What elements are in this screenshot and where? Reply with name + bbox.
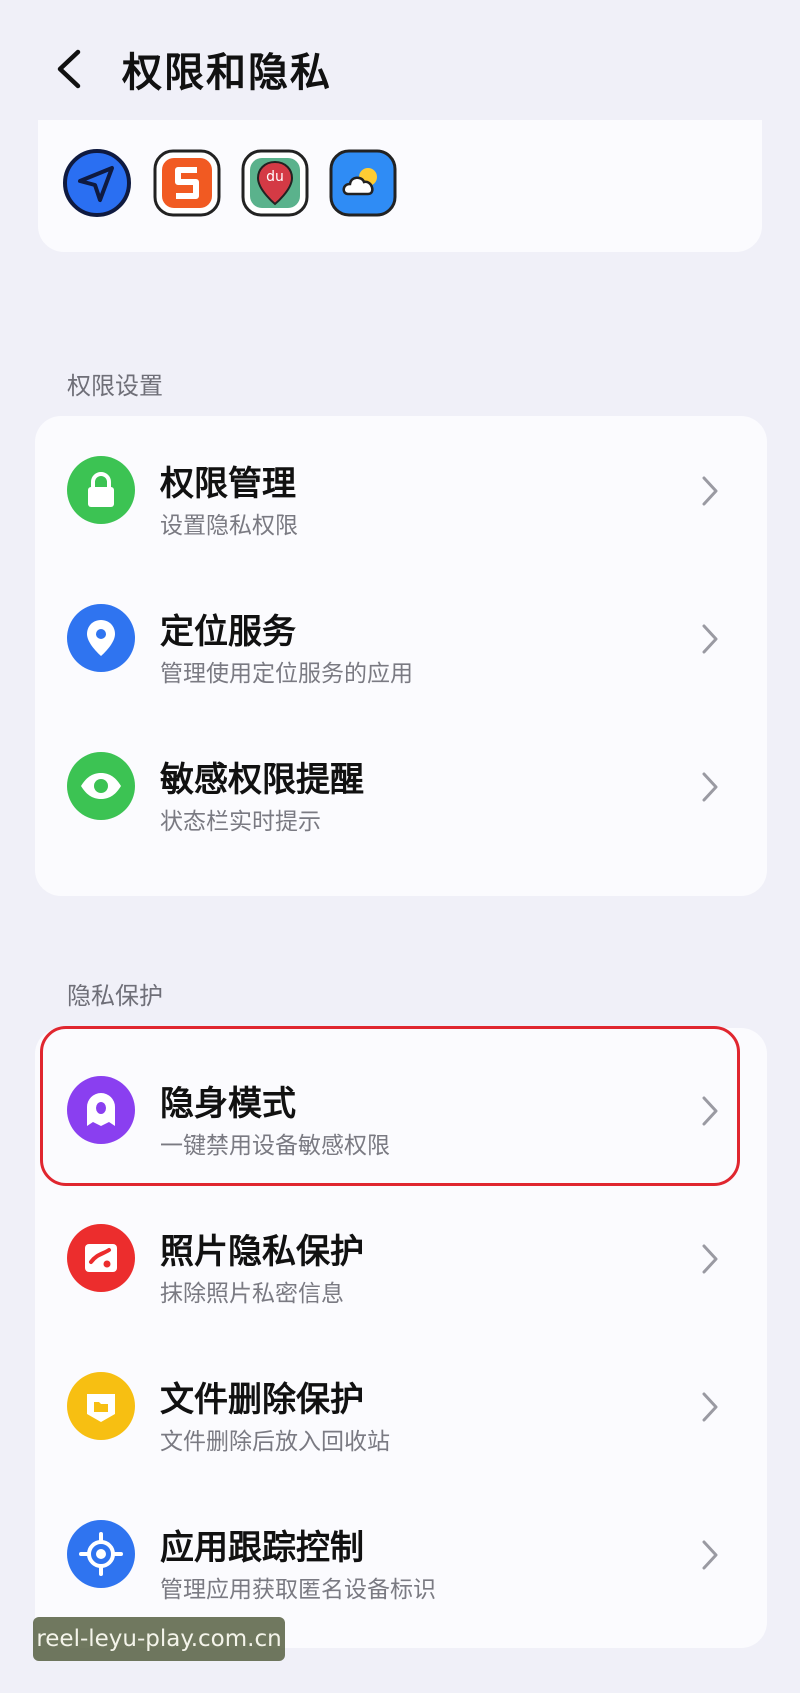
chevron-right-icon	[702, 1392, 718, 1422]
row-title: 应用跟踪控制	[160, 1528, 364, 1568]
row-subtitle: 文件删除后放入回收站	[160, 1429, 390, 1455]
row-title: 定位服务	[160, 612, 296, 652]
top-bar: 权限和隐私	[0, 0, 800, 140]
row-subtitle: 一键禁用设备敏感权限	[160, 1133, 390, 1159]
chevron-right-icon	[702, 772, 718, 802]
sogou-app-icon[interactable]	[152, 148, 222, 218]
privacy-protection-card: 隐身模式 一键禁用设备敏感权限 照片隐私保护 抹除照片私密信息 文件删除保护 文…	[35, 1028, 767, 1648]
row-title: 权限管理	[160, 464, 296, 504]
privacy-section-title: 隐私保护	[67, 982, 163, 1010]
crosshair-icon	[67, 1520, 135, 1588]
chevron-right-icon	[702, 1540, 718, 1570]
row-subtitle: 抹除照片私密信息	[160, 1281, 344, 1307]
recent-apps-card: du	[38, 120, 762, 252]
ghost-icon	[67, 1076, 135, 1144]
watermark-label: reel-leyu-play.com.cn	[33, 1617, 285, 1661]
app-tracking-control-row[interactable]: 应用跟踪控制 管理应用获取匿名设备标识	[35, 1480, 767, 1628]
location-pin-icon	[67, 604, 135, 672]
permission-section-title: 权限设置	[67, 372, 163, 400]
row-title: 照片隐私保护	[160, 1232, 364, 1272]
lock-icon	[67, 456, 135, 524]
row-title: 文件删除保护	[160, 1380, 364, 1420]
row-title: 敏感权限提醒	[160, 760, 364, 800]
chevron-right-icon	[702, 1244, 718, 1274]
incognito-mode-row[interactable]: 隐身模式 一键禁用设备敏感权限	[35, 1036, 767, 1184]
baidu-map-app-icon[interactable]: du	[240, 148, 310, 218]
row-subtitle: 设置隐私权限	[160, 513, 298, 539]
chevron-right-icon	[702, 1096, 718, 1126]
file-deletion-protection-row[interactable]: 文件删除保护 文件删除后放入回收站	[35, 1332, 767, 1480]
sensitive-permission-reminder-row[interactable]: 敏感权限提醒 状态栏实时提示	[35, 712, 767, 860]
permission-settings-card: 权限管理 设置隐私权限 定位服务 管理使用定位服务的应用 敏感权限提醒 状态栏实…	[35, 416, 767, 896]
back-arrow-icon	[57, 49, 81, 89]
folder-icon	[67, 1372, 135, 1440]
photo-icon	[67, 1224, 135, 1292]
chevron-right-icon	[702, 624, 718, 654]
row-subtitle: 管理应用获取匿名设备标识	[160, 1577, 436, 1603]
chevron-right-icon	[702, 476, 718, 506]
row-title: 隐身模式	[160, 1084, 296, 1124]
permission-management-row[interactable]: 权限管理 设置隐私权限	[35, 416, 767, 564]
location-service-row[interactable]: 定位服务 管理使用定位服务的应用	[35, 564, 767, 712]
back-button[interactable]	[48, 44, 92, 94]
row-subtitle: 管理使用定位服务的应用	[160, 661, 413, 687]
weather-app-icon[interactable]	[328, 148, 398, 218]
svg-text:du: du	[266, 169, 284, 185]
navigation-app-icon[interactable]	[62, 148, 132, 218]
eye-icon	[67, 752, 135, 820]
page-title: 权限和隐私	[122, 50, 332, 96]
row-subtitle: 状态栏实时提示	[160, 809, 321, 835]
photo-privacy-protection-row[interactable]: 照片隐私保护 抹除照片私密信息	[35, 1184, 767, 1332]
